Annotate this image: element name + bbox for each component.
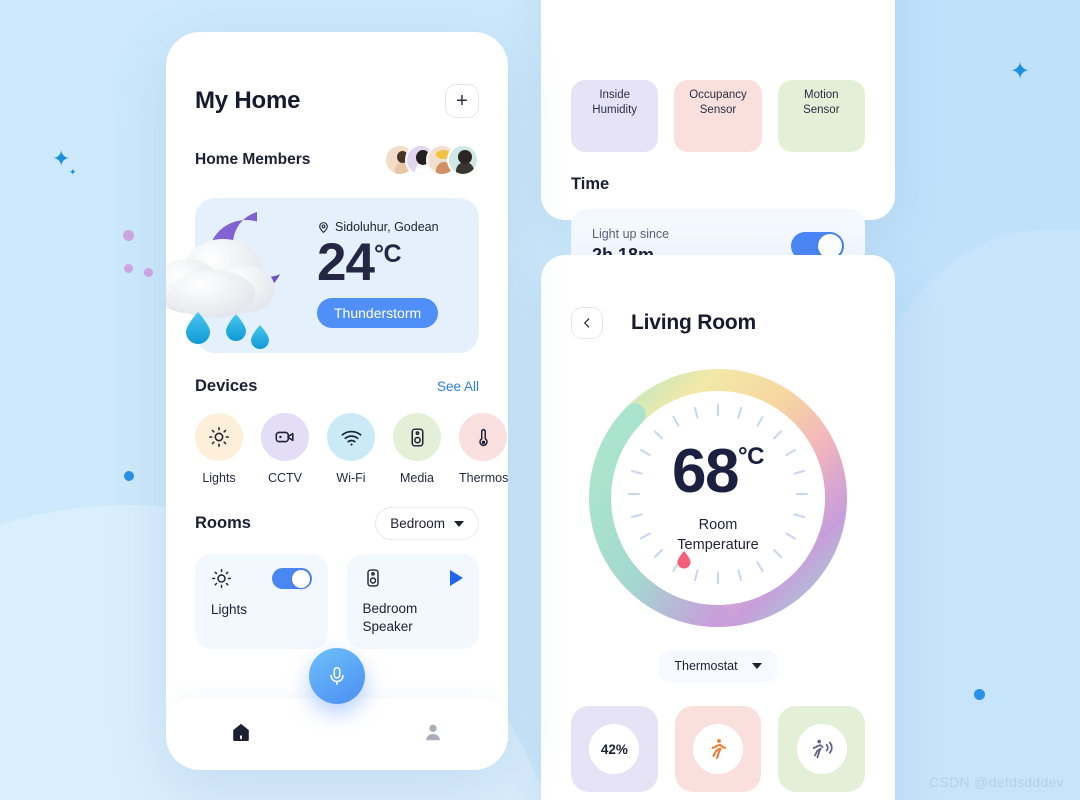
weather-location-text: Sidoluhur, Godean [335,220,439,234]
device-item-media[interactable]: Media [393,413,441,485]
weather-temp-unit: °C [373,240,402,268]
devices-section-header: Devices See All [195,377,479,396]
devices-title: Devices [195,377,258,395]
room-card-label: Bedroom Speaker [362,601,418,635]
device-label: Wi-Fi [336,471,366,485]
device-item-thermostat[interactable]: Thermostat [459,413,508,485]
plus-icon: + [456,89,468,112]
brightness-icon [212,569,231,588]
sensor-card-occupancy-status[interactable] [674,706,762,792]
dial-label: Room Temperature [677,516,759,553]
bottom-navigation [166,698,508,770]
add-device-button[interactable]: + [445,84,479,118]
sparkle-icon: ✦ [52,146,71,171]
walking-person-icon [711,739,727,759]
weather-temp-value: 24 [317,233,375,292]
decor-dot-blue [124,471,134,481]
sparkle-icon: ✦ [69,167,77,177]
humidity-value: 42% [589,724,640,774]
play-button-icon[interactable] [450,570,463,586]
device-item-lights[interactable]: Lights [195,413,243,485]
watermark: CSDN @defdsdddev [929,774,1064,790]
sensor-card-inside-humidity[interactable]: Inside Humidity [571,80,659,152]
lights-toggle[interactable] [271,568,312,589]
rooms-section-header: Rooms Bedroom [195,507,479,540]
room-selector-value: Bedroom [390,516,445,531]
map-pin-icon [319,221,328,233]
light-up-since-label: Light up since [592,226,670,241]
sensor-cards-row: Inside Humidity Occupancy Sensor Motion … [571,0,865,152]
weather-location: Sidoluhur, Godean [317,220,439,234]
nav-item-profile[interactable] [422,721,444,748]
dial-temp-unit: °C [738,442,764,470]
profile-icon [426,724,440,740]
weather-card[interactable]: Sidoluhur, Godean 24°C Thunderstorm [166,198,479,353]
sensor-card-motion[interactable]: Motion Sensor [777,80,865,152]
temperature-dial[interactable]: 68°C Room Temperature [584,364,852,632]
rooms-title: Rooms [195,514,251,532]
device-label: Media [399,471,435,485]
microphone-icon [330,666,344,686]
room-card-lights[interactable]: Lights [195,554,328,649]
sensors-time-panel: Inside Humidity Occupancy Sensor Motion … [541,0,895,283]
brightness-icon [209,427,229,447]
sensor-card-occupancy[interactable]: Occupancy Sensor [674,80,762,152]
cloud-moon-rain-3d-icon [166,212,280,349]
device-item-wifi[interactable]: Wi-Fi [327,413,375,485]
sparkle-icon: ✦ [1010,58,1031,85]
avatar[interactable] [447,144,479,176]
page-title: My Home [195,87,301,114]
device-label: Thermostat [459,471,508,485]
chevron-left-icon [584,318,590,328]
living-room-title: Living Room [631,311,756,334]
room-card-label: Lights [211,602,248,617]
decor-dot-purple [144,268,153,277]
mode-selector-value: Thermostat [674,659,738,673]
phone-mockup: My Home + Home Members Sidoluhur, Godean… [166,32,508,770]
speaker-icon [411,427,423,447]
wifi-icon [341,430,361,446]
back-button[interactable] [571,307,603,339]
nav-item-home[interactable] [230,721,252,748]
living-room-header: Living Room [571,255,865,339]
room-cards-list: Lights Bedroom Speaker [195,554,479,649]
motion-sensor-icon [812,739,833,759]
phone-header: My Home + [195,32,479,118]
room-card-speaker[interactable]: Bedroom Speaker [346,554,479,649]
member-avatars[interactable] [384,144,479,176]
home-members-label: Home Members [195,151,311,168]
thermometer-icon [478,428,488,446]
device-label: CCTV [267,471,303,485]
voice-assistant-button[interactable] [309,648,365,704]
device-label: Lights [202,471,236,485]
speaker-icon [366,569,379,587]
sensor-card-humidity-value[interactable]: 42% [571,706,658,792]
dial-temp-value: 68 [672,436,739,506]
background-decoration: ✦ ✦ ✦ [0,0,1080,800]
sensor-card-motion-status[interactable] [778,706,866,792]
chevron-down-icon [454,520,464,527]
decor-dot-blue [974,689,985,700]
device-item-cctv[interactable]: CCTV [261,413,309,485]
time-section-title: Time [571,175,610,193]
home-members-row: Home Members [195,144,479,176]
dial-temperature: 68°C [584,440,852,503]
weather-condition-badge[interactable]: Thunderstorm [317,298,439,329]
devices-list: Lights CCTV Wi-Fi Media Thermos [195,413,508,485]
room-selector-dropdown[interactable]: Bedroom [375,507,479,540]
room-sensor-cards: 42% [571,706,866,792]
cctv-camera-icon [275,431,294,443]
living-room-panel: Living Room 68°C Room Temperature Thermo… [541,255,895,800]
weather-temperature: 24°C [317,233,439,292]
dial-readout: 68°C Room Temperature [584,440,852,555]
home-icon [233,723,249,741]
decor-dot-purple [124,264,133,273]
see-all-link[interactable]: See All [437,379,479,394]
chevron-down-icon [751,663,762,669]
decor-dot-purple [123,230,134,241]
mode-selector-dropdown[interactable]: Thermostat [658,650,778,682]
